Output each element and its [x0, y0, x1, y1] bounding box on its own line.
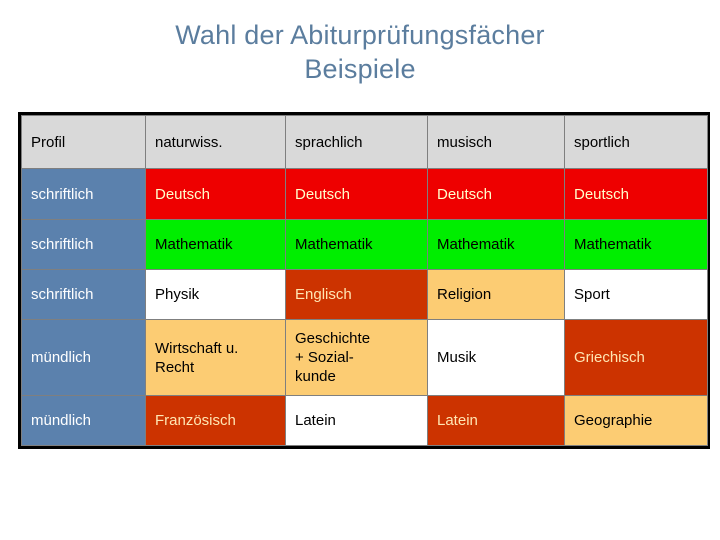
cell-mathematik-sportlich: Mathematik	[564, 219, 708, 270]
row-label-schriftlich-1: schriftlich	[21, 168, 146, 220]
cell-wirtschaft-recht-naturwiss: Wirtschaft u. Recht	[145, 319, 286, 396]
cell-geographie-sportlich: Geographie	[564, 395, 708, 446]
cell-deutsch-musisch: Deutsch	[427, 168, 565, 220]
row-label-schriftlich-2: schriftlich	[21, 219, 146, 270]
column-header-profil: Profil	[21, 115, 146, 169]
slide-canvas: Wahl der Abiturprüfungsfächer Beispiele …	[0, 0, 720, 540]
row-label-muendlich-1: mündlich	[21, 319, 146, 396]
cell-latein-musisch: Latein	[427, 395, 565, 446]
table-row: mündlich Wirtschaft u. Recht Geschichte …	[21, 319, 708, 396]
cell-latein-sprachlich: Latein	[285, 395, 428, 446]
row-label-muendlich-2: mündlich	[21, 395, 146, 446]
table-row: schriftlich Physik Englisch Religion Spo…	[21, 269, 708, 320]
column-header-musisch: musisch	[427, 115, 565, 169]
column-header-naturwiss: naturwiss.	[145, 115, 286, 169]
page-title-line-2: Beispiele	[304, 54, 416, 84]
cell-deutsch-sprachlich: Deutsch	[285, 168, 428, 220]
cell-franzoesisch-naturwiss: Französisch	[145, 395, 286, 446]
table-header-row: Profil naturwiss. sprachlich musisch spo…	[21, 115, 708, 169]
cell-religion-musisch: Religion	[427, 269, 565, 320]
row-label-schriftlich-3: schriftlich	[21, 269, 146, 320]
subject-table-container: Profil naturwiss. sprachlich musisch spo…	[18, 112, 710, 449]
page-title-line-1: Wahl der Abiturprüfungsfächer	[175, 20, 545, 50]
page-title: Wahl der Abiturprüfungsfächer Beispiele	[0, 18, 720, 86]
cell-musik-musisch: Musik	[427, 319, 565, 396]
column-header-sportlich: sportlich	[564, 115, 708, 169]
cell-mathematik-musisch: Mathematik	[427, 219, 565, 270]
subject-table: Profil naturwiss. sprachlich musisch spo…	[21, 115, 708, 446]
table-row: schriftlich Mathematik Mathematik Mathem…	[21, 219, 708, 270]
table-row: schriftlich Deutsch Deutsch Deutsch Deut…	[21, 168, 708, 220]
cell-deutsch-naturwiss: Deutsch	[145, 168, 286, 220]
cell-physik-naturwiss: Physik	[145, 269, 286, 320]
cell-mathematik-sprachlich: Mathematik	[285, 219, 428, 270]
cell-mathematik-naturwiss: Mathematik	[145, 219, 286, 270]
cell-griechisch-sportlich: Griechisch	[564, 319, 708, 396]
cell-deutsch-sportlich: Deutsch	[564, 168, 708, 220]
column-header-sprachlich: sprachlich	[285, 115, 428, 169]
table-row: mündlich Französisch Latein Latein Geogr…	[21, 395, 708, 446]
cell-geschichte-sozialkunde-sprachlich: Geschichte + Sozial- kunde	[285, 319, 428, 396]
cell-englisch-sprachlich: Englisch	[285, 269, 428, 320]
cell-sport-sportlich: Sport	[564, 269, 708, 320]
